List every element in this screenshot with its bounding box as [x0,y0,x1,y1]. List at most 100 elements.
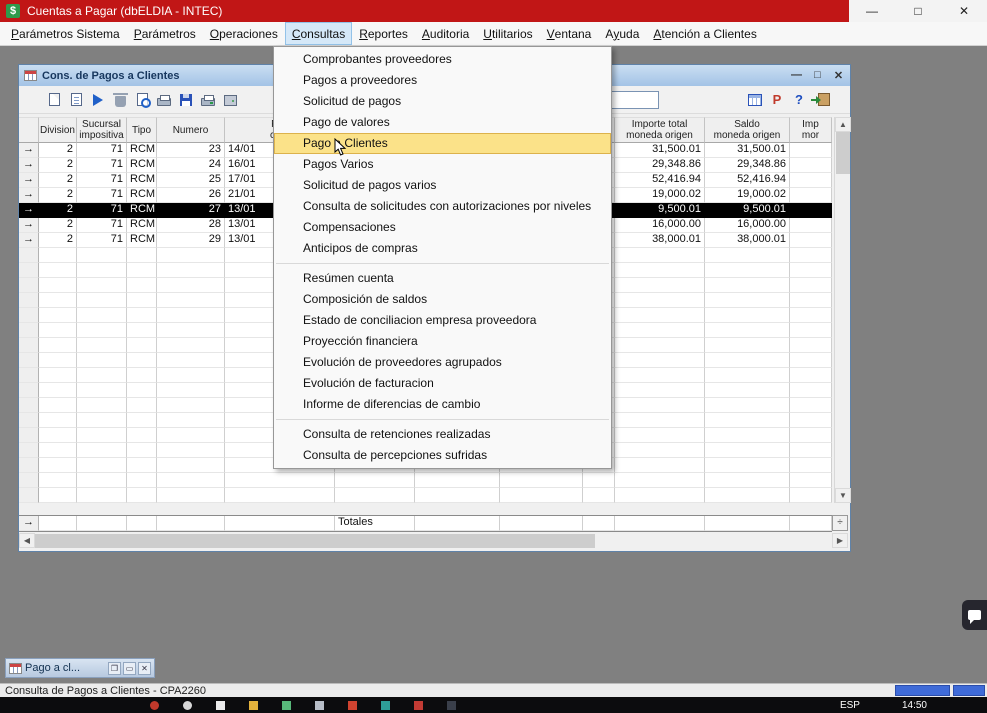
taskbar-icon-8[interactable] [381,701,390,710]
help-button[interactable]: ? [788,88,810,111]
totals-spin-button[interactable]: ÷ [832,515,848,531]
print-button[interactable] [153,88,175,111]
menubar-item-ayuda[interactable]: Ayuda [598,22,646,45]
new-button[interactable] [43,88,65,111]
taskbar-icon-9[interactable] [414,701,423,710]
menu-item-consulta-de-retenciones-realizadas[interactable]: Consulta de retenciones realizadas [274,424,611,445]
grid-cell [39,413,77,428]
minimize-button[interactable]: — [849,0,895,22]
edit-button[interactable] [65,88,87,111]
menubar-item-parametros[interactable]: Parámetros [127,22,203,45]
menubar-item-atencion-a-clientes[interactable]: Atención a Clientes [646,22,763,45]
minimized-window-pago[interactable]: Pago a cl... ❐▭✕ [5,658,155,678]
scroll-up-button[interactable]: ▲ [835,117,851,132]
taskbar-clock[interactable]: 14:50 [902,700,927,711]
menu-item-solicitud-de-pagos[interactable]: Solicitud de pagos [274,91,611,112]
menu-item-pagos-a-proveedores[interactable]: Pagos a proveedores [274,70,611,91]
menu-item-pago-de-valores[interactable]: Pago de valores [274,112,611,133]
grid-cell [790,473,832,488]
preview-button[interactable] [131,88,153,111]
menu-item-pagos-varios[interactable]: Pagos Varios [274,154,611,175]
menu-item-evolucion-de-facturacion[interactable]: Evolución de facturacion [274,373,611,394]
grid-cell [705,398,790,413]
taskbar-language[interactable]: ESP [840,700,860,711]
taskbar-icon-5[interactable] [282,701,291,710]
minwin-restore-button[interactable]: ❐ [108,662,121,675]
menu-item-pago-a-clientes[interactable]: Pago a Clientes [274,133,611,154]
grid-cell [127,443,157,458]
horizontal-scroll-thumb[interactable] [35,534,595,548]
menubar-item-consultas[interactable]: Consultas [285,22,352,45]
grid-cell [127,473,157,488]
grid-empty-row[interactable] [19,473,832,488]
totals-row-inner[interactable]: →Totales [19,516,832,531]
menu-item-informe-de-diferencias-de-cambio[interactable]: Informe de diferencias de cambio [274,394,611,415]
grid-cell [157,368,225,383]
menubar-item-auditoria[interactable]: Auditoria [415,22,476,45]
grid-empty-row[interactable] [19,488,832,503]
disk-icon [224,95,237,106]
taskbar-icon-2[interactable] [183,701,192,710]
maximize-button[interactable]: □ [895,0,941,22]
menubar-item-ventana[interactable]: Ventana [540,22,599,45]
minwin-close-button[interactable]: ✕ [138,662,151,675]
menu-item-estado-de-conciliacion-empresa-proveedora[interactable]: Estado de conciliacion empresa proveedor… [274,310,611,331]
menu-item-anticipos-de-compras[interactable]: Anticipos de compras [274,238,611,259]
partner-button[interactable]: P [766,88,788,111]
taskbar-icon-10[interactable] [447,701,456,710]
menu-item-comprobantes-proveedores[interactable]: Comprobantes proveedores [274,49,611,70]
grid-cell [77,368,127,383]
grid-view-button[interactable] [744,88,766,111]
overlay-chat-button[interactable] [962,600,987,630]
child-close-button[interactable]: ✕ [832,69,845,82]
menu-item-proyeccion-financiera[interactable]: Proyección financiera [274,331,611,352]
menu-item-consulta-de-percepciones-sufridas[interactable]: Consulta de percepciones sufridas [274,445,611,466]
grid-column-header-sucursal-impositiva: Sucursal impositiva [77,117,127,143]
child-minimize-button[interactable]: — [790,69,803,82]
grid-cell: Totales [335,516,415,531]
grid-cell [157,353,225,368]
grid-cell: 16,000.00 [705,218,790,233]
taskbar-icon-1[interactable] [150,701,159,710]
grid-cell [615,458,705,473]
grid-vertical-scrollbar[interactable]: ▲ ▼ [834,117,850,503]
taskbar-icon-4[interactable] [249,701,258,710]
save-button[interactable] [175,88,197,111]
taskbar-icon-3[interactable] [216,701,225,710]
print-setup-button[interactable] [197,88,219,111]
menubar-item-operaciones[interactable]: Operaciones [203,22,285,45]
scroll-down-button[interactable]: ▼ [835,488,851,503]
child-maximize-button[interactable]: □ [811,69,824,82]
exit-icon [818,93,830,106]
minwin-maximize-button[interactable]: ▭ [123,662,136,675]
grid-cell [615,263,705,278]
vertical-scroll-thumb[interactable] [836,132,850,174]
grid-cell [127,338,157,353]
close-button[interactable]: ✕ [941,0,987,22]
taskbar-icon-7[interactable] [348,701,357,710]
doc-zoom-icon [137,93,148,106]
scroll-left-button[interactable]: ◀ [19,533,35,548]
export-button[interactable] [219,88,241,111]
delete-button[interactable] [109,88,131,111]
grid-cell [77,263,127,278]
grid-horizontal-scrollbar[interactable]: ◀ ▶ [19,533,848,549]
menubar-item-parametros-sistema[interactable]: Parámetros Sistema [4,22,127,45]
exit-button[interactable] [810,88,832,111]
menu-item-composicion-de-saldos[interactable]: Composición de saldos [274,289,611,310]
menu-item-compensaciones[interactable]: Compensaciones [274,217,611,238]
row-marker: → [19,158,39,173]
run-button[interactable] [87,88,109,111]
scroll-right-button[interactable]: ▶ [832,533,848,548]
taskbar-icon-6[interactable] [315,701,324,710]
menubar-item-reportes[interactable]: Reportes [352,22,415,45]
grid-cell [705,516,790,531]
grid-cell [705,308,790,323]
menu-item-resumen-cuenta[interactable]: Resúmen cuenta [274,268,611,289]
menubar-item-utilitarios[interactable]: Utilitarios [476,22,539,45]
menu-item-evolucion-de-proveedores-agrupados[interactable]: Evolución de proveedores agrupados [274,352,611,373]
menu-item-solicitud-de-pagos-varios[interactable]: Solicitud de pagos varios [274,175,611,196]
grid-cell [615,293,705,308]
grid-cell [615,248,705,263]
menu-item-consulta-de-solicitudes-con-autorizaciones-por-niveles[interactable]: Consulta de solicitudes con autorizacion… [274,196,611,217]
